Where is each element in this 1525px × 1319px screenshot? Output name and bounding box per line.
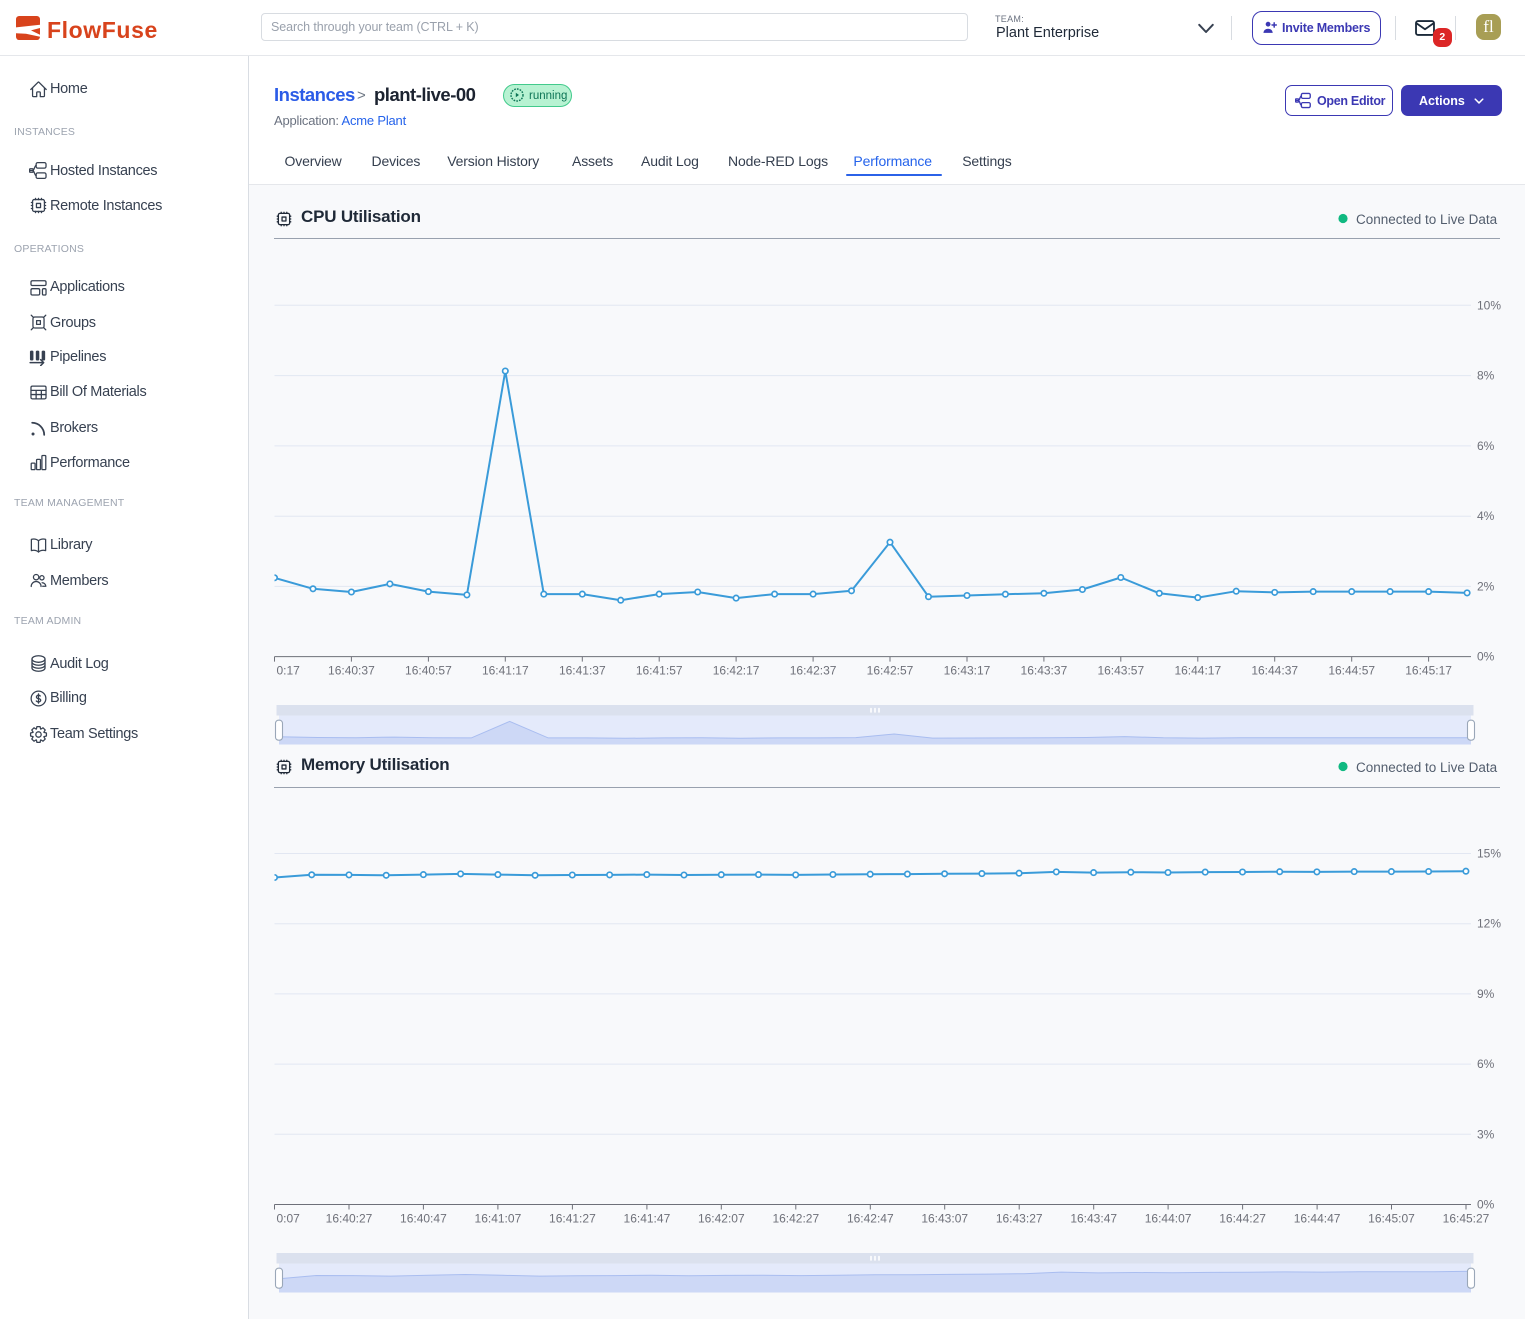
svg-text:0:17: 0:17 — [277, 664, 301, 678]
svg-text:16:43:37: 16:43:37 — [1021, 664, 1068, 678]
svg-text:4%: 4% — [1477, 509, 1495, 523]
svg-text:16:41:37: 16:41:37 — [559, 664, 606, 678]
svg-text:16:41:07: 16:41:07 — [475, 1212, 522, 1226]
svg-text:16:43:27: 16:43:27 — [996, 1212, 1043, 1226]
svg-text:16:45:27: 16:45:27 — [1443, 1212, 1490, 1226]
svg-text:16:42:37: 16:42:37 — [790, 664, 837, 678]
svg-text:0%: 0% — [1477, 650, 1495, 664]
svg-text:16:44:07: 16:44:07 — [1145, 1212, 1192, 1226]
svg-text:16:44:37: 16:44:37 — [1251, 664, 1298, 678]
svg-text:16:42:27: 16:42:27 — [772, 1212, 819, 1226]
svg-text:16:40:27: 16:40:27 — [326, 1212, 373, 1226]
svg-text:12%: 12% — [1477, 917, 1501, 931]
svg-text:16:43:47: 16:43:47 — [1070, 1212, 1117, 1226]
svg-text:6%: 6% — [1477, 1057, 1495, 1071]
svg-text:6%: 6% — [1477, 439, 1495, 453]
svg-text:16:41:17: 16:41:17 — [482, 664, 529, 678]
svg-text:16:40:57: 16:40:57 — [405, 664, 452, 678]
svg-text:16:43:17: 16:43:17 — [944, 664, 991, 678]
svg-text:16:40:47: 16:40:47 — [400, 1212, 447, 1226]
svg-text:16:42:07: 16:42:07 — [698, 1212, 745, 1226]
svg-text:10%: 10% — [1477, 298, 1501, 312]
svg-text:16:43:07: 16:43:07 — [921, 1212, 968, 1226]
svg-text:16:43:57: 16:43:57 — [1097, 664, 1144, 678]
svg-text:16:42:17: 16:42:17 — [713, 664, 760, 678]
svg-text:3%: 3% — [1477, 1127, 1495, 1141]
svg-text:0:07: 0:07 — [277, 1212, 301, 1226]
svg-text:16:41:27: 16:41:27 — [549, 1212, 596, 1226]
svg-text:2%: 2% — [1477, 579, 1495, 593]
svg-text:16:41:57: 16:41:57 — [636, 664, 683, 678]
svg-text:9%: 9% — [1477, 987, 1495, 1001]
svg-text:16:44:17: 16:44:17 — [1174, 664, 1221, 678]
svg-text:0%: 0% — [1477, 1198, 1495, 1212]
svg-text:16:41:47: 16:41:47 — [624, 1212, 671, 1226]
svg-text:16:42:47: 16:42:47 — [847, 1212, 894, 1226]
svg-text:16:44:27: 16:44:27 — [1219, 1212, 1266, 1226]
svg-text:16:40:37: 16:40:37 — [328, 664, 375, 678]
svg-text:16:45:17: 16:45:17 — [1405, 664, 1452, 678]
svg-text:15%: 15% — [1477, 847, 1501, 861]
svg-text:16:44:57: 16:44:57 — [1328, 664, 1375, 678]
svg-text:16:42:57: 16:42:57 — [867, 664, 914, 678]
svg-text:16:45:07: 16:45:07 — [1368, 1212, 1415, 1226]
svg-text:16:44:47: 16:44:47 — [1294, 1212, 1341, 1226]
svg-text:8%: 8% — [1477, 369, 1495, 383]
